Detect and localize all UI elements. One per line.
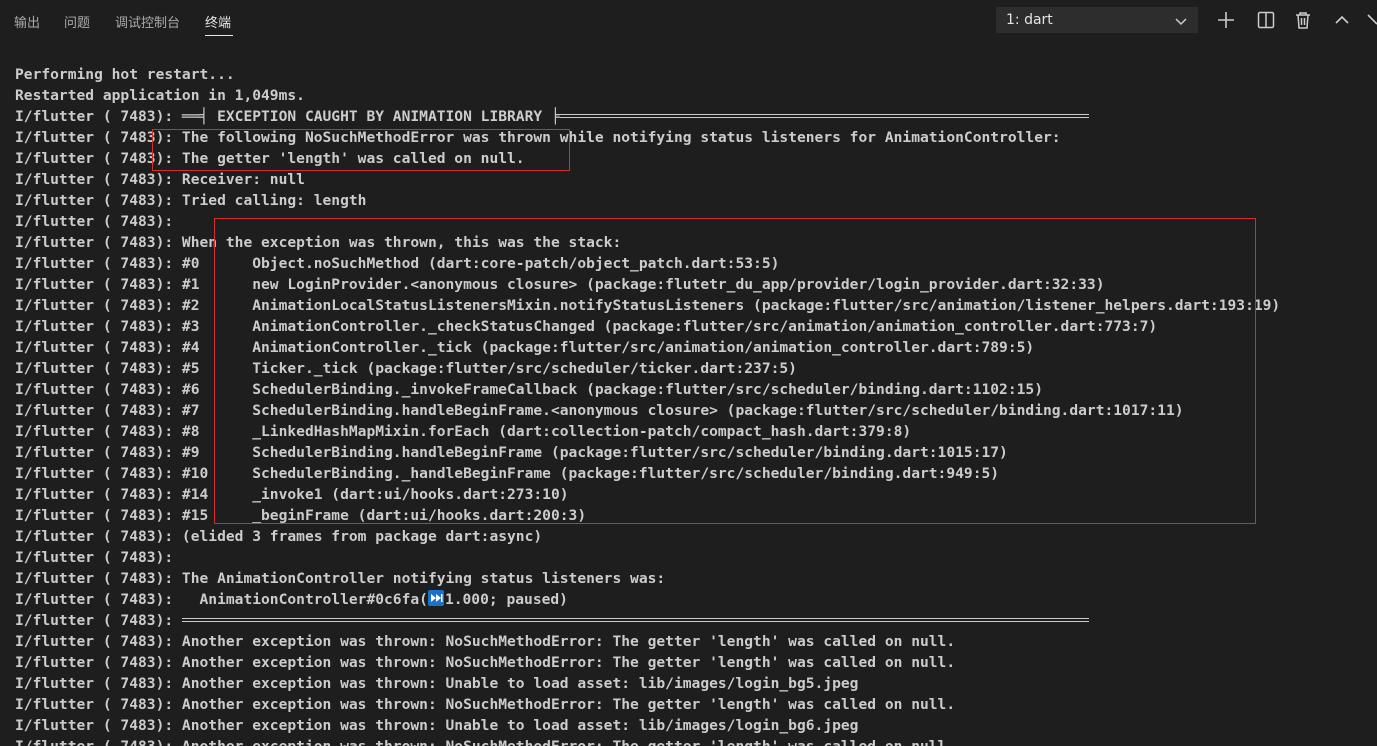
terminal-line-text: I/flutter ( 7483):: [15, 549, 174, 566]
active-tab-indicator: [205, 35, 233, 36]
tab-debug-console[interactable]: 调试控制台: [115, 12, 180, 31]
terminal-line: I/flutter ( 7483): Tried calling: length: [15, 190, 1365, 211]
terminal-line: I/flutter ( 7483): Another exception was…: [15, 715, 1365, 736]
double-rule-divider: [181, 610, 1089, 631]
terminal-line-text: I/flutter ( 7483): Another exception was…: [15, 696, 956, 713]
terminal-line-text: I/flutter ( 7483):: [15, 213, 174, 230]
chevron-up-icon[interactable]: [1331, 9, 1353, 31]
split-icon[interactable]: [1255, 9, 1277, 31]
terminal-line: I/flutter ( 7483): ══╡ EXCEPTION CAUGHT …: [15, 106, 1365, 127]
terminal-line: I/flutter ( 7483):: [15, 547, 1365, 568]
terminal-line: I/flutter ( 7483): Another exception was…: [15, 652, 1365, 673]
terminal-line-text: I/flutter ( 7483): Another exception was…: [15, 738, 955, 746]
terminal-line-text: Restarted application in 1,049ms.: [15, 87, 305, 104]
terminal-line: I/flutter ( 7483): The AnimationControll…: [15, 568, 1365, 589]
terminal-line-text: I/flutter ( 7483): Another exception was…: [15, 633, 956, 650]
terminal-line: I/flutter ( 7483): Another exception was…: [15, 673, 1365, 694]
terminal-line-text: I/flutter ( 7483): The AnimationControll…: [15, 570, 666, 587]
play-forward-icon: [427, 590, 444, 606]
terminal-line: I/flutter ( 7483): Receiver: null: [15, 169, 1365, 190]
terminal-line: I/flutter ( 7483): (elided 3 frames from…: [15, 526, 1365, 547]
tab-terminal[interactable]: 终端: [205, 12, 231, 31]
terminal-line-text: I/flutter ( 7483): ══╡ EXCEPTION CAUGHT …: [15, 108, 560, 125]
terminal-line: I/flutter ( 7483): Another exception was…: [15, 694, 1365, 715]
terminal-line-text: I/flutter ( 7483): Another exception was…: [15, 675, 859, 692]
terminal-line-text: I/flutter ( 7483): (elided 3 frames from…: [15, 528, 543, 545]
terminal-line-text: I/flutter ( 7483): Another exception was…: [15, 717, 859, 734]
terminal-line: I/flutter ( 7483): AnimationController#0…: [15, 589, 1365, 610]
tab-output[interactable]: 输出: [14, 12, 40, 31]
terminal-line-text: I/flutter ( 7483): AnimationController#0…: [15, 591, 428, 608]
chevron-down-icon: [1174, 13, 1188, 27]
terminal-line-text-after: 1.000; paused): [444, 591, 568, 608]
terminal-line-text: I/flutter ( 7483):: [15, 612, 182, 629]
tab-problems[interactable]: 问题: [64, 12, 90, 31]
terminal-line: Restarted application in 1,049ms.: [15, 85, 1365, 106]
terminal-line-text: Performing hot restart...: [15, 66, 235, 83]
terminal-line-text: I/flutter ( 7483): Receiver: null: [15, 171, 305, 188]
terminal-select-value: 1: dart: [1006, 12, 1053, 28]
terminal-line: I/flutter ( 7483):: [15, 610, 1365, 631]
highlight-box-error-message: [152, 129, 570, 171]
trash-icon[interactable]: [1292, 9, 1314, 31]
double-rule-divider: [559, 106, 1089, 127]
close-icon[interactable]: [1367, 9, 1377, 31]
panel-header: 输出 问题 调试控制台 终端 1: dart: [0, 0, 1377, 40]
terminal-line: Performing hot restart...: [15, 64, 1365, 85]
highlight-box-stack-trace: [214, 218, 1256, 524]
terminal-line: I/flutter ( 7483): Another exception was…: [15, 736, 1365, 746]
terminal-line-text: I/flutter ( 7483): Tried calling: length: [15, 192, 367, 209]
terminal-select[interactable]: 1: dart: [996, 7, 1198, 33]
terminal-line: I/flutter ( 7483): Another exception was…: [15, 631, 1365, 652]
plus-icon[interactable]: [1215, 9, 1237, 31]
terminal-line-text: I/flutter ( 7483): Another exception was…: [15, 654, 956, 671]
